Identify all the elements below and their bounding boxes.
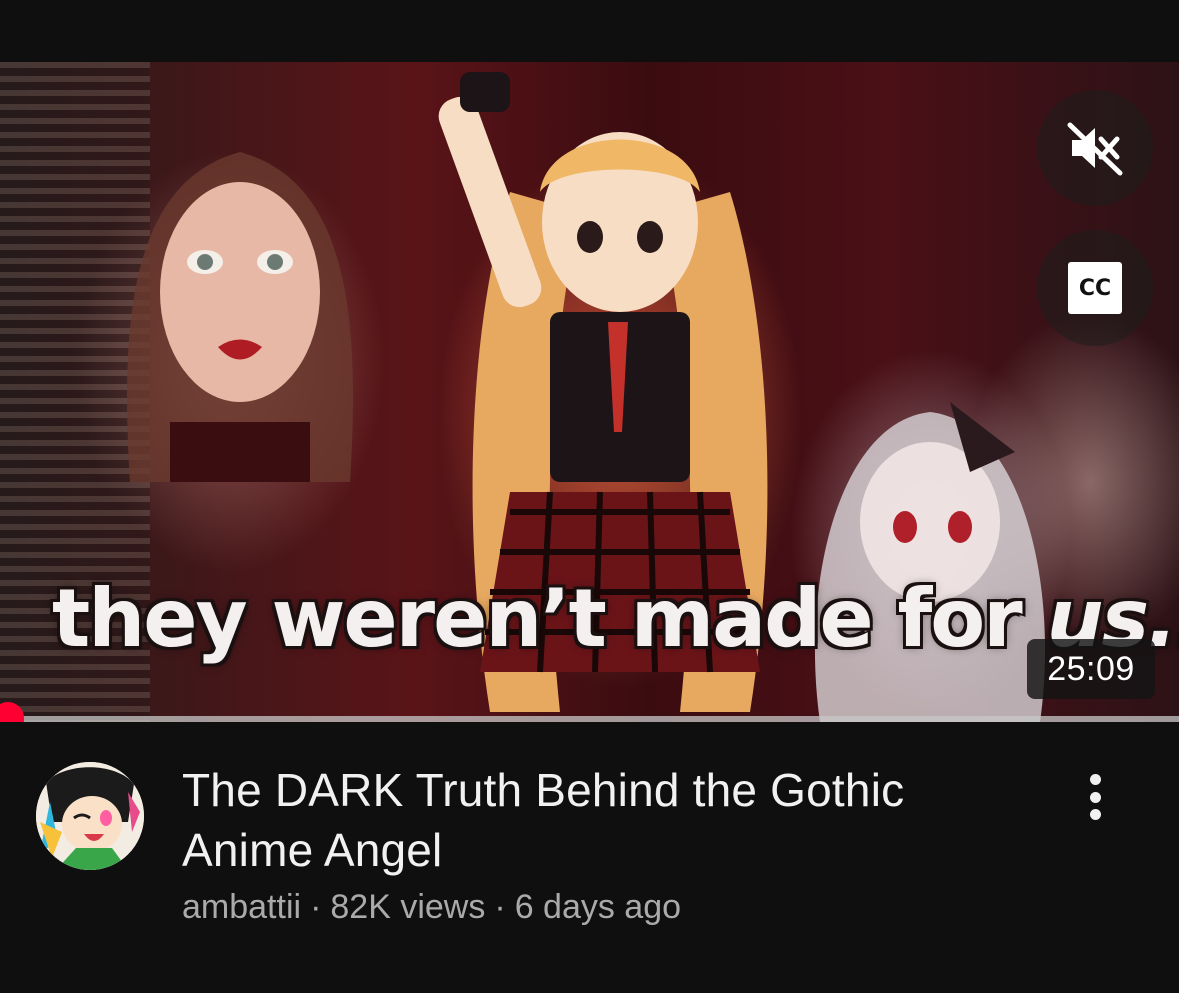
- presenter-face-image: [127, 152, 353, 482]
- video-player[interactable]: they weren’t made for us... CC 25:09: [0, 62, 1179, 722]
- channel-name[interactable]: ambattii: [182, 888, 301, 926]
- video-title[interactable]: The DARK Truth Behind the Gothic Anime A…: [182, 760, 1022, 880]
- duration-badge: 25:09: [1027, 639, 1155, 699]
- channel-avatar[interactable]: [36, 762, 144, 870]
- more-options-button[interactable]: [1066, 766, 1124, 828]
- upload-age: 6 days ago: [514, 888, 682, 926]
- video-metadata: ambattii · 82K views · 6 days ago: [182, 888, 681, 927]
- muted-speaker-icon: [1067, 122, 1123, 176]
- mute-button[interactable]: [1037, 90, 1153, 206]
- meta-separator: ·: [310, 888, 322, 926]
- video-feed-screen: they weren’t made for us... CC 25:09: [0, 0, 1179, 993]
- video-info-row[interactable]: The DARK Truth Behind the Gothic Anime A…: [0, 722, 1179, 993]
- meta-separator: ·: [494, 888, 506, 926]
- more-vertical-icon-dot: [1089, 791, 1101, 803]
- caption-main: they weren’t made for: [52, 572, 1047, 665]
- captions-button[interactable]: CC: [1037, 230, 1153, 346]
- closed-captions-icon: CC: [1068, 262, 1122, 314]
- view-count: 82K views: [330, 888, 486, 926]
- white-haired-anime-character-image: [814, 402, 1046, 722]
- thumbnail-caption-text: they weren’t made for us...: [52, 572, 1179, 665]
- more-vertical-icon: [1089, 774, 1101, 785]
- top-bar: [0, 0, 1179, 62]
- channel-avatar-image: [36, 762, 144, 870]
- more-vertical-icon-dot: [1089, 809, 1101, 820]
